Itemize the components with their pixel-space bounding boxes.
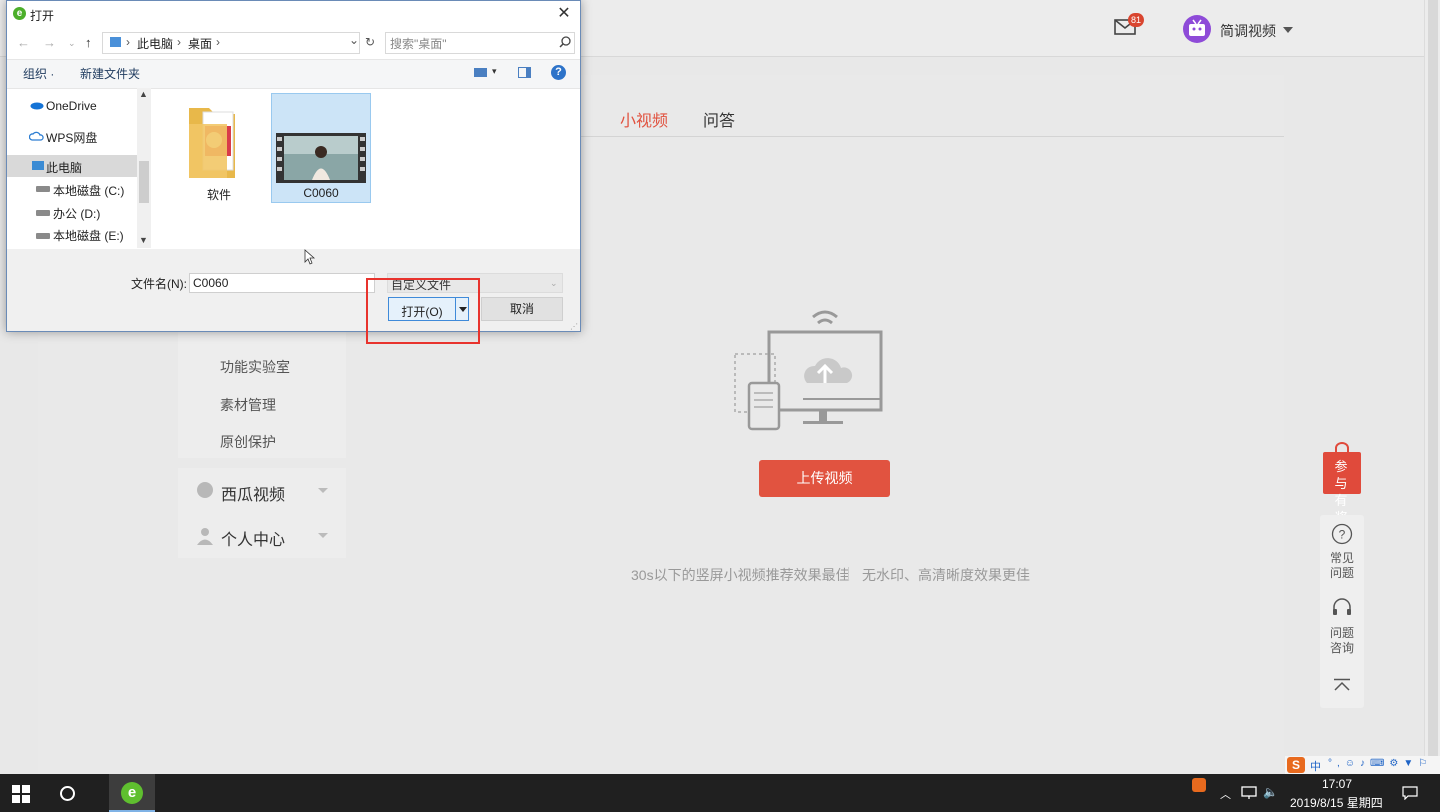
avatar[interactable] bbox=[1183, 15, 1211, 43]
computer-icon bbox=[32, 161, 44, 170]
svg-text:?: ? bbox=[1339, 528, 1346, 542]
dialog-title: 打开 bbox=[30, 9, 55, 23]
gift-text-line: 参 与 bbox=[1334, 459, 1350, 491]
page-scrollbar[interactable] bbox=[1424, 0, 1440, 774]
chevron-right-icon: › bbox=[216, 35, 220, 49]
breadcrumb-this-pc[interactable]: 此电脑 bbox=[137, 35, 173, 52]
folder-icon[interactable] bbox=[185, 102, 247, 180]
chevron-down-icon[interactable]: ⌄ bbox=[349, 33, 359, 47]
highlight-annotation-box bbox=[366, 278, 480, 344]
file-label-folder[interactable]: 软件 bbox=[169, 186, 269, 203]
scroll-up-icon[interactable]: ▲ bbox=[139, 89, 148, 99]
tree-item-drive-e[interactable]: 本地磁盘 (E:) bbox=[53, 227, 124, 244]
hint-divider bbox=[848, 567, 849, 581]
headset-icon[interactable] bbox=[1331, 597, 1353, 619]
tree-scrollbar-thumb[interactable] bbox=[139, 161, 149, 203]
consult-label-line: 咨询 bbox=[1329, 641, 1354, 655]
filename-label: 文件名(N): bbox=[131, 277, 187, 291]
scroll-down-icon[interactable]: ▼ bbox=[139, 235, 148, 245]
upload-video-button[interactable]: 上传视频 bbox=[759, 460, 890, 497]
ime-tools-icon[interactable]: °,☺♪⌨⚙▼⚐ bbox=[1328, 758, 1432, 769]
refresh-icon[interactable]: ↻ bbox=[365, 35, 375, 49]
browser-logo-icon[interactable]: e bbox=[121, 782, 143, 804]
tree-item-onedrive[interactable]: OneDrive bbox=[46, 99, 97, 113]
chevron-down-icon[interactable] bbox=[1283, 27, 1293, 33]
folder-location-icon bbox=[110, 37, 121, 47]
scrollbar-thumb[interactable] bbox=[1428, 0, 1438, 774]
chevron-right-icon: › bbox=[126, 35, 130, 49]
breadcrumb-desktop[interactable]: 桌面 bbox=[188, 35, 212, 52]
organize-menu[interactable]: 组织 · bbox=[23, 65, 54, 82]
tree-item-wps[interactable]: WPS网盘 bbox=[46, 129, 97, 146]
question-icon[interactable]: ? bbox=[1331, 523, 1353, 545]
chevron-right-icon: › bbox=[177, 35, 181, 49]
play-icon bbox=[197, 482, 213, 498]
wps-cloud-icon bbox=[29, 131, 44, 141]
tree-item-this-pc[interactable]: 此电脑 bbox=[46, 159, 82, 176]
chevron-down-icon[interactable]: ▾ bbox=[492, 66, 497, 77]
username[interactable]: 简调视频 bbox=[1220, 21, 1276, 41]
file-label-video[interactable]: C0060 bbox=[271, 186, 371, 200]
tree-item-drive-c[interactable]: 本地磁盘 (C:) bbox=[53, 182, 124, 199]
ime-mode-label[interactable]: 中 bbox=[1310, 758, 1321, 774]
chevron-down-icon[interactable]: ⌄ bbox=[68, 38, 76, 49]
notification-icon[interactable] bbox=[1402, 786, 1418, 800]
tab-qa[interactable]: 问答 bbox=[703, 107, 735, 131]
upload-hint-right: 无水印、高清晰度效果更佳 bbox=[862, 567, 1030, 583]
new-folder-button[interactable]: 新建文件夹 bbox=[80, 65, 140, 82]
filename-field[interactable]: C0060 bbox=[189, 273, 375, 293]
upload-hint-left: 30s以下的竖屏小视频推荐效果最佳 bbox=[631, 567, 850, 583]
chevron-down-icon bbox=[318, 488, 328, 493]
tab-short-video[interactable]: 小视频 bbox=[620, 107, 668, 131]
tv-logo-icon bbox=[1189, 19, 1205, 36]
search-placeholder: 搜索"桌面" bbox=[390, 37, 447, 51]
forward-arrow-icon[interactable]: → bbox=[43, 35, 56, 50]
consult-label-line: 问题 bbox=[1329, 626, 1354, 640]
clock-time[interactable]: 17:07 bbox=[1322, 777, 1352, 791]
sidebar-item-materials[interactable]: 素材管理 bbox=[220, 395, 276, 415]
sogou-tray-icon[interactable] bbox=[1192, 778, 1206, 792]
faq-label-line: 常见 bbox=[1329, 551, 1354, 565]
user-icon bbox=[197, 528, 213, 545]
resize-grip-icon[interactable]: ⋰ bbox=[570, 322, 578, 331]
sidebar-group-label: 西瓜视频 bbox=[221, 487, 286, 504]
network-icon[interactable] bbox=[1241, 786, 1257, 800]
tree-item-drive-d[interactable]: 办公 (D:) bbox=[53, 205, 100, 222]
cancel-button[interactable]: 取消 bbox=[481, 297, 563, 321]
faq-label-line: 问题 bbox=[1329, 566, 1354, 580]
sogou-ime-icon[interactable]: S bbox=[1287, 757, 1305, 773]
sidebar-item-original[interactable]: 原创保护 bbox=[220, 432, 276, 452]
drive-icon bbox=[36, 186, 50, 192]
mail-badge: 81 bbox=[1128, 13, 1144, 27]
up-arrow-icon[interactable]: ↑ bbox=[85, 35, 92, 50]
faq-label[interactable]: 常见 问题 bbox=[1320, 551, 1364, 581]
help-icon[interactable]: ? bbox=[551, 65, 566, 80]
drive-icon bbox=[36, 210, 50, 216]
upload-illustration-icon bbox=[734, 310, 883, 431]
clock-date[interactable]: 2019/8/15 星期四 bbox=[1290, 794, 1383, 811]
video-thumbnail bbox=[276, 133, 366, 183]
gift-badge[interactable]: 参 与 有 奖 bbox=[1323, 442, 1361, 525]
dialog-titlebar[interactable] bbox=[7, 1, 580, 29]
windows-start-icon[interactable] bbox=[12, 785, 30, 803]
chevron-down-icon bbox=[318, 533, 328, 538]
mouse-cursor-icon bbox=[304, 249, 316, 265]
view-mode-icon[interactable] bbox=[474, 68, 487, 77]
back-arrow-icon[interactable]: ← bbox=[17, 35, 30, 50]
browser-logo-icon: e bbox=[13, 7, 26, 20]
close-icon[interactable]: ✕ bbox=[555, 5, 573, 23]
consult-label[interactable]: 问题 咨询 bbox=[1320, 626, 1364, 656]
volume-icon[interactable]: 🔈 bbox=[1263, 785, 1278, 799]
back-to-top-icon[interactable] bbox=[1333, 678, 1351, 692]
preview-pane-icon[interactable] bbox=[518, 67, 531, 78]
sidebar-group-label: 个人中心 bbox=[221, 532, 286, 549]
search-icon[interactable] bbox=[559, 36, 571, 48]
drive-icon bbox=[36, 233, 50, 239]
onedrive-icon bbox=[30, 102, 44, 110]
chevron-down-icon[interactable]: ⌄ bbox=[550, 278, 558, 289]
sidebar-item-lab[interactable]: 功能实验室 bbox=[220, 357, 290, 377]
chevron-up-icon[interactable]: ︿ bbox=[1220, 786, 1231, 802]
cortana-icon[interactable] bbox=[60, 786, 75, 801]
